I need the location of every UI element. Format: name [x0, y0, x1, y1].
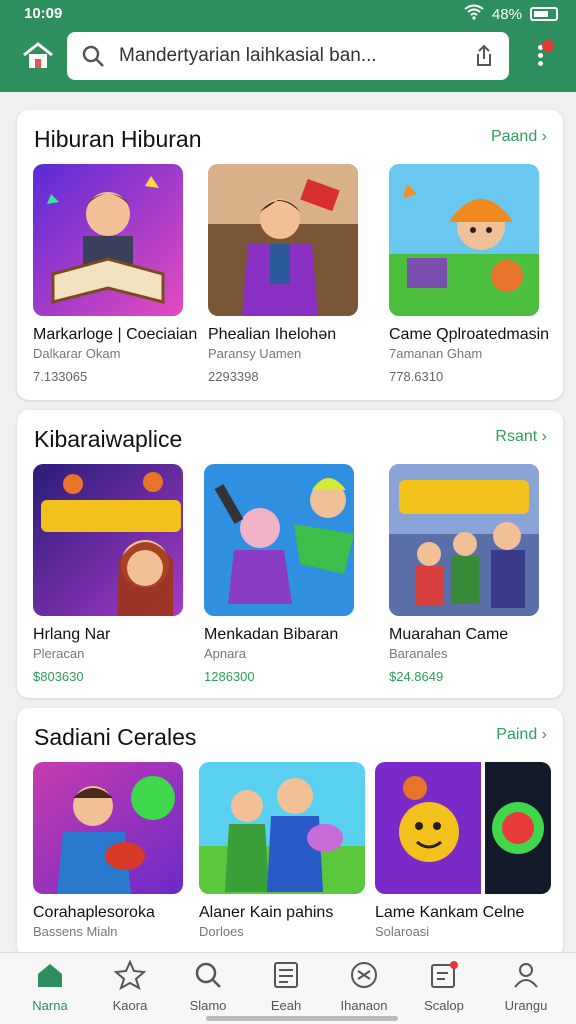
app-name: Alaner Kain pahins	[199, 904, 334, 921]
nav-item-notifications[interactable]: Scalop	[409, 959, 479, 1013]
app-thumbnail	[204, 464, 354, 616]
nav-item-star[interactable]: Kaora	[95, 959, 165, 1013]
battery-icon	[530, 7, 558, 21]
app-developer: Pleracan	[33, 646, 85, 661]
app-thumbnail	[389, 164, 539, 316]
app-name: Muarahan Came	[389, 626, 509, 643]
app-developer: Baranales	[389, 646, 448, 661]
app-name: Corahaplesoroka	[33, 904, 155, 921]
app-name: Came Qplroatedmasin	[389, 326, 550, 343]
see-more-link[interactable]: Paind ›	[496, 726, 547, 744]
app-stat: 2293398	[208, 369, 259, 384]
app-developer: Solaroasi	[375, 924, 430, 939]
app-tile[interactable]: Alaner Kain pahins Dorloes	[199, 762, 365, 939]
app-name: Phealian Ihelohǝn	[208, 326, 337, 343]
app-thumbnail	[208, 164, 358, 316]
nav-item-profile[interactable]: Urangu	[491, 959, 561, 1013]
app-developer: Bassens Mialn	[33, 924, 118, 939]
home-button[interactable]	[20, 40, 56, 72]
search-input[interactable]: Mandertyarian laihkasial ban...	[119, 45, 449, 67]
app-stat: 1286300	[204, 669, 255, 684]
app-thumbnail	[33, 762, 183, 894]
star-icon	[113, 959, 147, 991]
app-developer: 7amanan Gham	[389, 346, 483, 361]
section-title: Sadiani Cerales	[34, 724, 197, 750]
app-name: Menkadan Bibaran	[204, 626, 339, 643]
section-card: Hiburan Hiburan Paand › Markarloge | Coe…	[17, 110, 563, 400]
profile-icon	[514, 963, 538, 988]
app-header: 10:09 48% Mandertyarian laihkasial ban..…	[0, 0, 576, 92]
section-card: Kibaraiwaplice Rsant › Hrlang Nar Plerac…	[17, 410, 563, 698]
app-stat: 778.6310	[389, 369, 444, 384]
list-icon	[274, 962, 298, 988]
app-tile[interactable]: Came Qplroatedmasin 7amanan Gham 778.631…	[389, 164, 550, 384]
see-more-link[interactable]: Rsant ›	[495, 428, 547, 446]
search-bar[interactable]: Mandertyarian laihkasial ban...	[67, 32, 509, 80]
home-indicator[interactable]	[206, 1016, 398, 1021]
home-icon	[23, 42, 53, 68]
nav-label: Urangu	[504, 998, 548, 1013]
bottom-navigation: Narna Kaora Slamo Eeah Ihanaon Scalop Ur…	[0, 952, 576, 1024]
see-more-link[interactable]: Paand ›	[491, 128, 547, 146]
nav-label: Kaora	[112, 998, 148, 1013]
app-developer: Paransy Uamen	[208, 346, 302, 361]
game-icon	[351, 962, 377, 988]
app-tile[interactable]: Markarloge | Coeciaian Dalkarar Okam 7.1…	[33, 164, 198, 384]
nav-label: Narna	[32, 998, 68, 1013]
app-tile[interactable]: Phealian Ihelohǝn Paransy Uamen 2293398	[208, 164, 358, 384]
app-tile[interactable]: Corahaplesoroka Bassens Mialn	[33, 762, 183, 939]
app-developer: Dorloes	[199, 924, 244, 939]
section-title: Kibaraiwaplice	[34, 426, 183, 452]
app-name: Hrlang Nar	[33, 626, 111, 643]
nav-label: Slamo	[189, 998, 227, 1013]
battery-percent: 48%	[491, 5, 522, 23]
app-thumbnail	[33, 164, 183, 316]
app-tile[interactable]: Lame Kankam Celne Solaroasi	[375, 762, 551, 939]
section-title: Hiburan Hiburan	[34, 126, 202, 152]
app-name: Lame Kankam Celne	[375, 904, 525, 921]
nav-item-list[interactable]: Eeah	[251, 959, 321, 1013]
status-bar: 10:09 48%	[0, 0, 576, 28]
app-tile[interactable]: Hrlang Nar Pleracan $803630	[33, 464, 183, 684]
nav-label: Scalop	[424, 998, 464, 1013]
app-stat: $24.8649	[389, 669, 444, 684]
notification-dot-icon	[542, 40, 554, 52]
app-thumbnail	[33, 464, 183, 616]
search-icon	[195, 962, 221, 988]
app-thumbnail	[375, 762, 551, 894]
app-stat: $803630	[33, 669, 84, 684]
home-icon	[38, 964, 62, 987]
wifi-icon	[464, 4, 484, 24]
nav-item-home[interactable]: Narna	[15, 959, 85, 1013]
clock: 10:09	[24, 5, 63, 22]
app-name: Markarloge | Coeciaian	[33, 326, 198, 343]
nav-item-search[interactable]: Slamo	[173, 959, 243, 1013]
nav-label: Ihanaon	[340, 998, 388, 1013]
overflow-menu-button[interactable]	[530, 40, 554, 70]
app-tile[interactable]: Muarahan Came Baranales $24.8649	[389, 464, 539, 684]
app-thumbnail	[389, 464, 539, 616]
search-icon	[82, 45, 104, 67]
app-developer: Apnara	[204, 646, 246, 661]
nav-label: Eeah	[270, 998, 302, 1013]
share-icon[interactable]	[471, 43, 497, 69]
app-developer: Dalkarar Okam	[33, 346, 121, 361]
section-card: Sadiani Cerales Paind › Corahaplesoroka …	[17, 708, 563, 958]
app-tile[interactable]: Menkadan Bibaran Apnara 1286300	[204, 464, 354, 684]
notification-icon	[431, 961, 458, 988]
app-stat: 7.133065	[33, 369, 88, 384]
app-thumbnail	[199, 762, 365, 894]
nav-item-game[interactable]: Ihanaon	[329, 959, 399, 1013]
